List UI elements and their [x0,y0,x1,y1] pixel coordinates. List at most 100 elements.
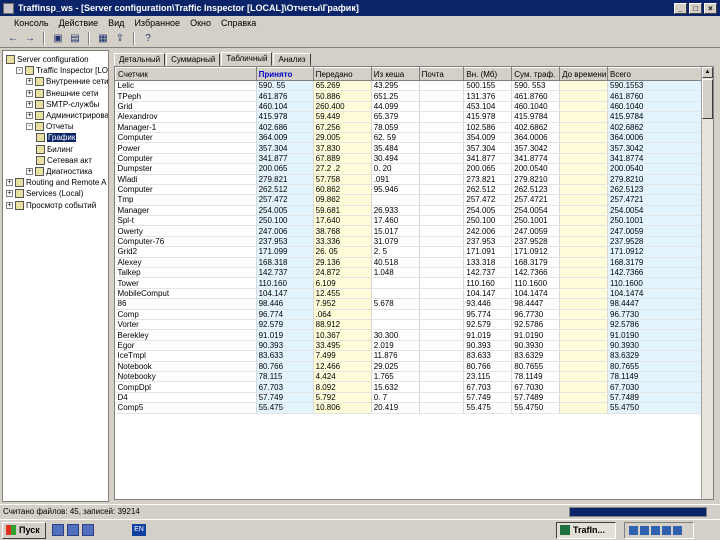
table-row[interactable]: Alexey 168.318 29.136 40.518 133.318 168.3179… [115,257,713,269]
table-row[interactable]: TPeph 461.876 50.886 651.25 131.376 461.8760 4… [115,90,713,102]
report-tab[interactable]: Анализ [273,53,311,66]
tray-security-icon[interactable] [651,525,660,535]
scroll-thumb[interactable] [702,79,713,119]
table-row[interactable]: CompDpl 67.703 8.092 15.632 67.703 67.7030 67.… [115,381,713,393]
table-row[interactable]: 86 98.446 7.952 5.678 93.446 98.4447 98.4447 [115,298,713,310]
tree-node[interactable]: - Отчеты [26,121,74,132]
table-row[interactable]: IceTmpl 83.633 7.499 11.876 83.633 83.6329 83.… [115,350,713,362]
table-row[interactable]: Egor 90.393 33.495 2.019 90.393 90.3930 90.393… [115,340,713,352]
table-row[interactable]: Manager-1 402.686 67.256 78.059 102.586 402.6… [115,122,713,133]
column-header[interactable]: До времени [559,67,608,81]
vertical-scrollbar[interactable]: ▲ [701,67,713,499]
table-row[interactable]: Grid 460.104 260.400 44.099 453.104 460.1040 4… [115,101,713,113]
console-tree-icon[interactable]: ▤ [68,32,82,45]
maximize-button[interactable]: □ [689,2,702,14]
tree-node[interactable]: - Traffic Inspector [LOC [16,65,108,76]
close-button[interactable]: × [704,2,717,14]
console-tree[interactable]: Server configuration - Traffic Inspector [… [2,50,109,502]
table-row[interactable]: MobileComput 104.147 12.455 104.147 104.1474… [115,288,713,300]
table-row[interactable]: Tmp 257.472 09.862 257.472 257.4721 257.4721 [115,194,713,206]
menu-item[interactable]: Действие [59,18,99,28]
report-tab[interactable]: Детальный [114,53,166,66]
tray-network-icon[interactable] [629,525,638,535]
expand-icon[interactable]: + [26,112,33,119]
tree-node[interactable]: График [36,132,77,143]
table-row[interactable]: Berekley 91.019 10.367 30.300 91.019 91.0190 9… [115,329,713,341]
table-row[interactable]: Alexandrov 415.978 59.449 65.379 415.978 415.… [115,111,713,123]
tray-volume-icon[interactable] [640,525,649,535]
tree-node[interactable]: + Внутренние сети [26,76,108,87]
table-row[interactable]: Grid2 171.099 26. 05 2. 5 171.091 171.0912 171… [115,246,713,258]
report-tab[interactable]: Суммарный [166,53,221,66]
taskbar-app-button[interactable]: TrafIn... [556,521,616,539]
expand-icon[interactable]: + [6,201,13,209]
table-row[interactable]: Notebooky 78.115 4.424 1.765 23.115 78.1149 78… [115,371,713,383]
table-row[interactable]: Notebook 80.766 12.466 29.025 80.766 80.7655 8… [115,361,713,372]
export-icon[interactable]: ⇪ [113,32,127,45]
column-header[interactable]: Всего [607,67,713,81]
properties-icon[interactable]: ▦ [96,32,110,45]
help-icon[interactable]: ? [141,32,155,45]
menu-item[interactable]: Окно [190,18,211,28]
tray-traffic-icon[interactable] [662,525,671,535]
column-header[interactable]: Принято [255,67,314,81]
table-row[interactable]: D4 57.749 5.792 0. 7 57.749 57.7489 57.7489 [115,392,713,404]
expand-icon[interactable]: + [6,190,13,198]
collapse-icon[interactable]: - [16,67,23,75]
table-row[interactable]: Talkep 142.737 24.872 1.048 142.737 142.7366 1… [115,267,713,279]
expand-icon[interactable]: + [26,78,33,86]
tree-node[interactable]: Билинг [36,144,73,155]
table-row[interactable]: Power 357.304 37.830 35.484 357.304 357.3042 3… [115,142,713,154]
tree-node[interactable]: + Администрирован [26,110,108,121]
collapse-icon[interactable]: - [26,123,33,131]
explorer-icon[interactable] [82,524,94,536]
tree-node[interactable]: + Внешние сети [26,88,99,99]
tree-node[interactable]: Server configuration [6,54,89,65]
menu-item[interactable]: Вид [108,18,124,28]
show-desktop-icon[interactable] [52,524,64,536]
column-header[interactable]: Передано [312,67,372,81]
table-row[interactable]: Vorter 92.579 88.912 92.579 92.5786 92.5786 [115,319,713,331]
table-row[interactable]: Tower 110.160 6.109 110.160 110.1600 110.1600 [115,277,713,289]
table-row[interactable]: Spl-t 250.100 17.640 17.460 250.100 250.1001 2… [115,215,713,227]
table-row[interactable]: Comp 96.774.064 95.774 96.7730 96.7730 [115,309,713,321]
table-row[interactable]: Comp5 55.475 10.806 20.419 55.475 55.4750 55.4… [115,402,713,414]
column-header[interactable]: Счетчик [115,67,257,81]
tree-node[interactable]: + Просмотр событий [6,200,96,211]
table-row[interactable]: Computer 341.877 67.889 30.494 341.877 341.87… [115,153,713,165]
expand-icon[interactable]: + [6,179,13,187]
scroll-up-icon[interactable]: ▲ [702,67,713,78]
table-row[interactable]: Computer 364.009 29.005 62. 59 354.009 364.00… [115,132,713,144]
tree-node[interactable]: + Routing and Remote A [6,177,107,188]
tree-node[interactable]: + Диагностика [26,166,92,177]
tree-node[interactable]: + Services (Local) [6,188,83,199]
table-row[interactable]: Computer 262.512 60.862 95.946 262.512 262.51… [115,184,713,196]
start-button[interactable]: Пуск [2,521,46,539]
column-header[interactable]: Почта [418,67,465,81]
minimize-button[interactable]: _ [674,2,687,14]
forward-arrow-icon[interactable]: → [23,32,37,45]
menu-item[interactable]: Консоль [14,18,49,28]
menu-item[interactable]: Справка [221,18,256,28]
browser-icon[interactable] [67,524,79,536]
expand-icon[interactable]: + [26,89,33,97]
table-row[interactable]: Wladi 279.821 57.758.091 273.821 279.8210 279… [115,174,713,185]
column-header[interactable]: Из кеша [370,67,420,81]
column-header[interactable]: Вн. (Мб) [463,67,513,81]
language-indicator[interactable]: EN [132,524,146,536]
column-header[interactable]: Сум. траф. [511,67,561,81]
back-arrow-icon[interactable]: ← [6,32,20,45]
menu-item[interactable]: Избранное [134,18,180,28]
tree-node[interactable]: + SMTP-службы [26,99,99,110]
table-row[interactable]: Computer-76 237.953 33.336 31.079 237.953 237… [115,236,713,248]
table-row[interactable]: Owerty 247.006 38.768 15.017 242.006 247.0059… [115,225,713,237]
table-row[interactable]: Lelic 590. 55 65.269 43.295 500.155 590. 553 5… [115,80,713,92]
expand-icon[interactable]: + [26,100,33,108]
tray-update-icon[interactable] [673,525,682,535]
table-row[interactable]: Manager 254.005 59.681 26.933 254.005 254.005… [115,205,713,217]
expand-icon[interactable]: + [26,168,33,175]
tree-node[interactable]: Сетевая акт [36,155,92,166]
report-tab[interactable]: Табличный [221,52,273,66]
up-folder-icon[interactable]: ▣ [51,32,65,45]
table-row[interactable]: Dumpster 200.065 27.2 .2 0. 20 200.065 200.05… [115,163,713,175]
